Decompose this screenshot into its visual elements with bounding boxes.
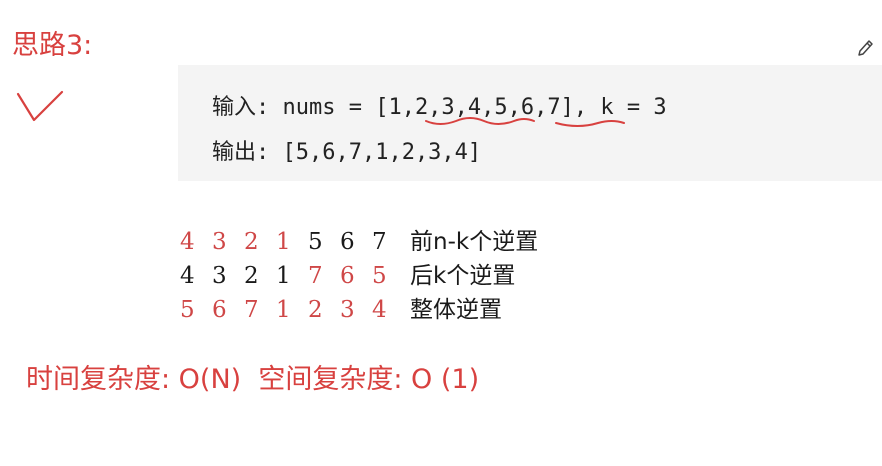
step-digit: 6: [340, 228, 355, 255]
step-row: 4 3 2 1 5 6 7 前n-k个逆置: [180, 225, 538, 259]
step-digit: 5: [308, 228, 323, 255]
pencil-icon[interactable]: [856, 38, 874, 58]
step-digit: 5: [180, 296, 195, 323]
step-digit: 2: [308, 296, 323, 323]
step-digit: 2: [244, 228, 259, 255]
step-digit: 6: [212, 296, 227, 323]
step-digit: 7: [372, 228, 387, 255]
step-digit: 7: [308, 262, 323, 289]
step-digit: 2: [244, 262, 259, 289]
step-digit: 1: [276, 228, 291, 255]
code-block: 输入: nums = [1,2,3,4,5,6,7], k = 3 输出: [5…: [178, 65, 882, 181]
step-label: 后k个逆置: [410, 262, 516, 289]
step-digits: 4321765: [180, 262, 410, 289]
section-heading: 思路3:: [12, 30, 93, 61]
reversal-steps: 4 3 2 1 5 6 7 前n-k个逆置 4 3 2 1 7 6 5 后k个逆置 5 6 7 1 2 3 4 整体逆置: [180, 225, 538, 327]
check-mark-icon: [16, 90, 64, 122]
step-digit: 6: [340, 262, 355, 289]
step-digit: 7: [244, 296, 259, 323]
input-line: 输入: nums = [1,2,3,4,5,6,7], k = 3: [212, 95, 667, 120]
complexity-note: 时间复杂度: O(N) 空间复杂度: O (1): [26, 364, 480, 395]
step-digit: 4: [180, 228, 195, 255]
step-digit: 1: [276, 262, 291, 289]
output-line: 输出: [5,6,7,1,2,3,4]: [212, 140, 482, 165]
step-row: 4 3 2 1 7 6 5 后k个逆置: [180, 259, 538, 293]
step-digits: 4321567: [180, 228, 410, 255]
step-digit: 3: [212, 262, 227, 289]
step-row: 5 6 7 1 2 3 4 整体逆置: [180, 293, 538, 327]
step-digit: 1: [276, 296, 291, 323]
step-digit: 4: [372, 296, 387, 323]
step-digit: 3: [212, 228, 227, 255]
step-digit: 3: [340, 296, 355, 323]
step-label: 前n-k个逆置: [410, 228, 539, 255]
step-digit: 4: [180, 262, 195, 289]
step-digits: 5671234: [180, 296, 410, 323]
step-digit: 5: [372, 262, 387, 289]
step-label: 整体逆置: [410, 296, 502, 323]
